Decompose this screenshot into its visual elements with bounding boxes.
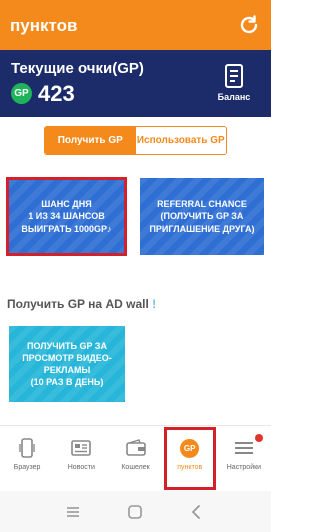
- gp-coin-icon: GP: [180, 438, 200, 458]
- phone-icon: [16, 437, 38, 459]
- tab-earn-gp[interactable]: Получить GP: [45, 127, 136, 154]
- nav-label-wallet: Кошелек: [121, 464, 150, 471]
- video-ads-card[interactable]: ПОЛУЧИТЬ GP ЗА ПРОСМОТР ВИДЕО- РЕКЛАМЫ (…: [9, 326, 125, 402]
- nav-item-points[interactable]: GP пунктов: [163, 426, 217, 491]
- gp-badge-icon: GP: [11, 83, 32, 104]
- recents-menu-icon[interactable]: [64, 503, 82, 521]
- page-title: пунктов: [10, 16, 78, 35]
- nav-label-browser: Браузер: [13, 464, 41, 471]
- menu-icon: [233, 437, 255, 459]
- notification-dot: [255, 434, 264, 442]
- nav-label-news: Новости: [67, 464, 95, 471]
- balance-label: Баланс: [217, 92, 251, 102]
- wallet-icon: [125, 437, 147, 459]
- nav-item-news[interactable]: Новости: [54, 426, 108, 491]
- back-icon[interactable]: [187, 503, 205, 521]
- balance-button[interactable]: Баланс: [209, 63, 259, 107]
- earn-spend-toggle: Получить GP Использовать GP: [44, 126, 227, 155]
- refresh-icon[interactable]: [237, 13, 261, 37]
- system-nav-bar: [0, 491, 271, 532]
- tab-spend-gp[interactable]: Использовать GP: [135, 127, 226, 154]
- daily-chance-card[interactable]: ШАНС ДНЯ 1 ИЗ 34 ШАНСОВ ВЫИГРАТЬ 1000GP♪: [6, 177, 127, 256]
- points-value: 423: [38, 81, 75, 106]
- bottom-navigation: Браузер Новости Кошелек GP пунктов Настр…: [0, 425, 271, 491]
- nav-label-points: пунктов: [177, 464, 203, 471]
- home-icon[interactable]: [126, 503, 144, 521]
- nav-label-settings: Настройки: [226, 464, 262, 471]
- newspaper-icon: [70, 437, 92, 459]
- nav-item-browser[interactable]: Браузер: [0, 426, 54, 491]
- app-bar: пунктов: [0, 0, 271, 50]
- document-icon: [225, 64, 243, 88]
- referral-chance-card[interactable]: REFERRAL CHANCE (ПОЛУЧИТЬ GP ЗА ПРИГЛАШЕ…: [140, 178, 264, 255]
- exclamation-icon: !: [152, 297, 157, 311]
- ad-wall-title: Получить GP на AD wall: [7, 297, 149, 311]
- points-label: Текущие очки(GP): [11, 60, 144, 77]
- ad-wall-heading: Получить GP на AD wall !: [7, 297, 156, 311]
- nav-item-wallet[interactable]: Кошелек: [108, 426, 162, 491]
- points-panel: Текущие очки(GP) GP 423 Баланс: [0, 50, 271, 117]
- nav-item-settings[interactable]: Настройки: [217, 426, 271, 491]
